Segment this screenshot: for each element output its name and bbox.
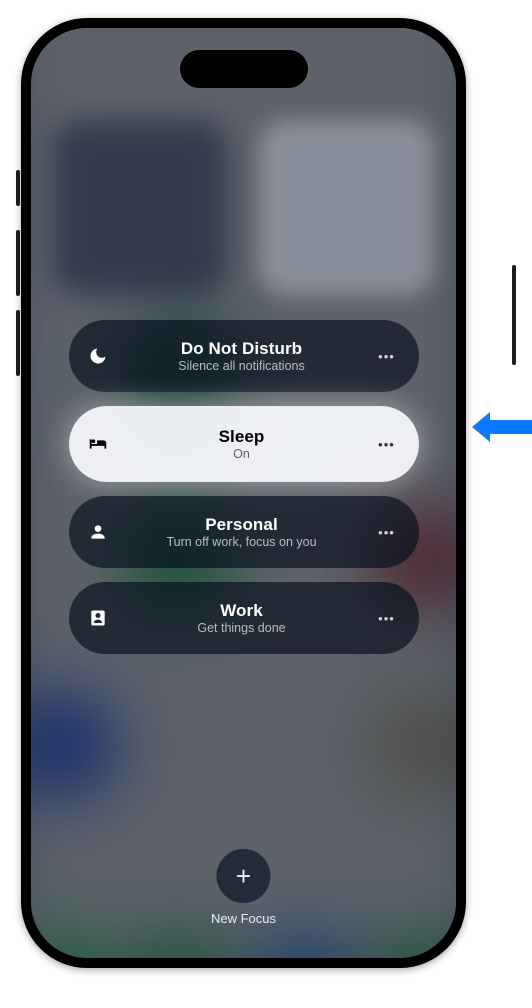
ellipsis-icon[interactable] (373, 430, 401, 458)
focus-row-do-not-disturb[interactable]: Do Not Disturb Silence all notifications (69, 320, 419, 392)
focus-row-title: Work (123, 601, 361, 621)
mute-switch (16, 170, 20, 206)
badge-icon (87, 607, 109, 629)
bed-icon (87, 433, 109, 455)
side-button (512, 265, 516, 365)
focus-row-title: Sleep (123, 427, 361, 447)
focus-row-subtitle: Silence all notifications (123, 359, 361, 373)
volume-down-button (16, 310, 20, 376)
dynamic-island (180, 50, 308, 88)
ellipsis-icon[interactable] (373, 604, 401, 632)
focus-row-sleep[interactable]: Sleep On (69, 406, 419, 482)
moon-icon (87, 345, 109, 367)
focus-row-title: Personal (123, 515, 361, 535)
callout-arrow-icon (470, 410, 532, 444)
new-focus-label: New Focus (211, 911, 276, 926)
ellipsis-icon[interactable] (373, 518, 401, 546)
person-icon (87, 521, 109, 543)
volume-up-button (16, 230, 20, 296)
new-focus-button[interactable]: + (217, 849, 271, 903)
focus-row-personal[interactable]: Personal Turn off work, focus on you (69, 496, 419, 568)
focus-row-subtitle: Get things done (123, 621, 361, 635)
plus-icon: + (236, 863, 251, 889)
focus-row-subtitle: On (123, 447, 361, 461)
focus-row-subtitle: Turn off work, focus on you (123, 535, 361, 549)
focus-mode-list: Do Not Disturb Silence all notifications… (69, 320, 419, 654)
iphone-device-frame: Do Not Disturb Silence all notifications… (21, 18, 466, 968)
ellipsis-icon[interactable] (373, 342, 401, 370)
new-focus-area: + New Focus (211, 849, 276, 926)
iphone-screen: Do Not Disturb Silence all notifications… (31, 28, 456, 958)
focus-row-title: Do Not Disturb (123, 339, 361, 359)
focus-row-work[interactable]: Work Get things done (69, 582, 419, 654)
